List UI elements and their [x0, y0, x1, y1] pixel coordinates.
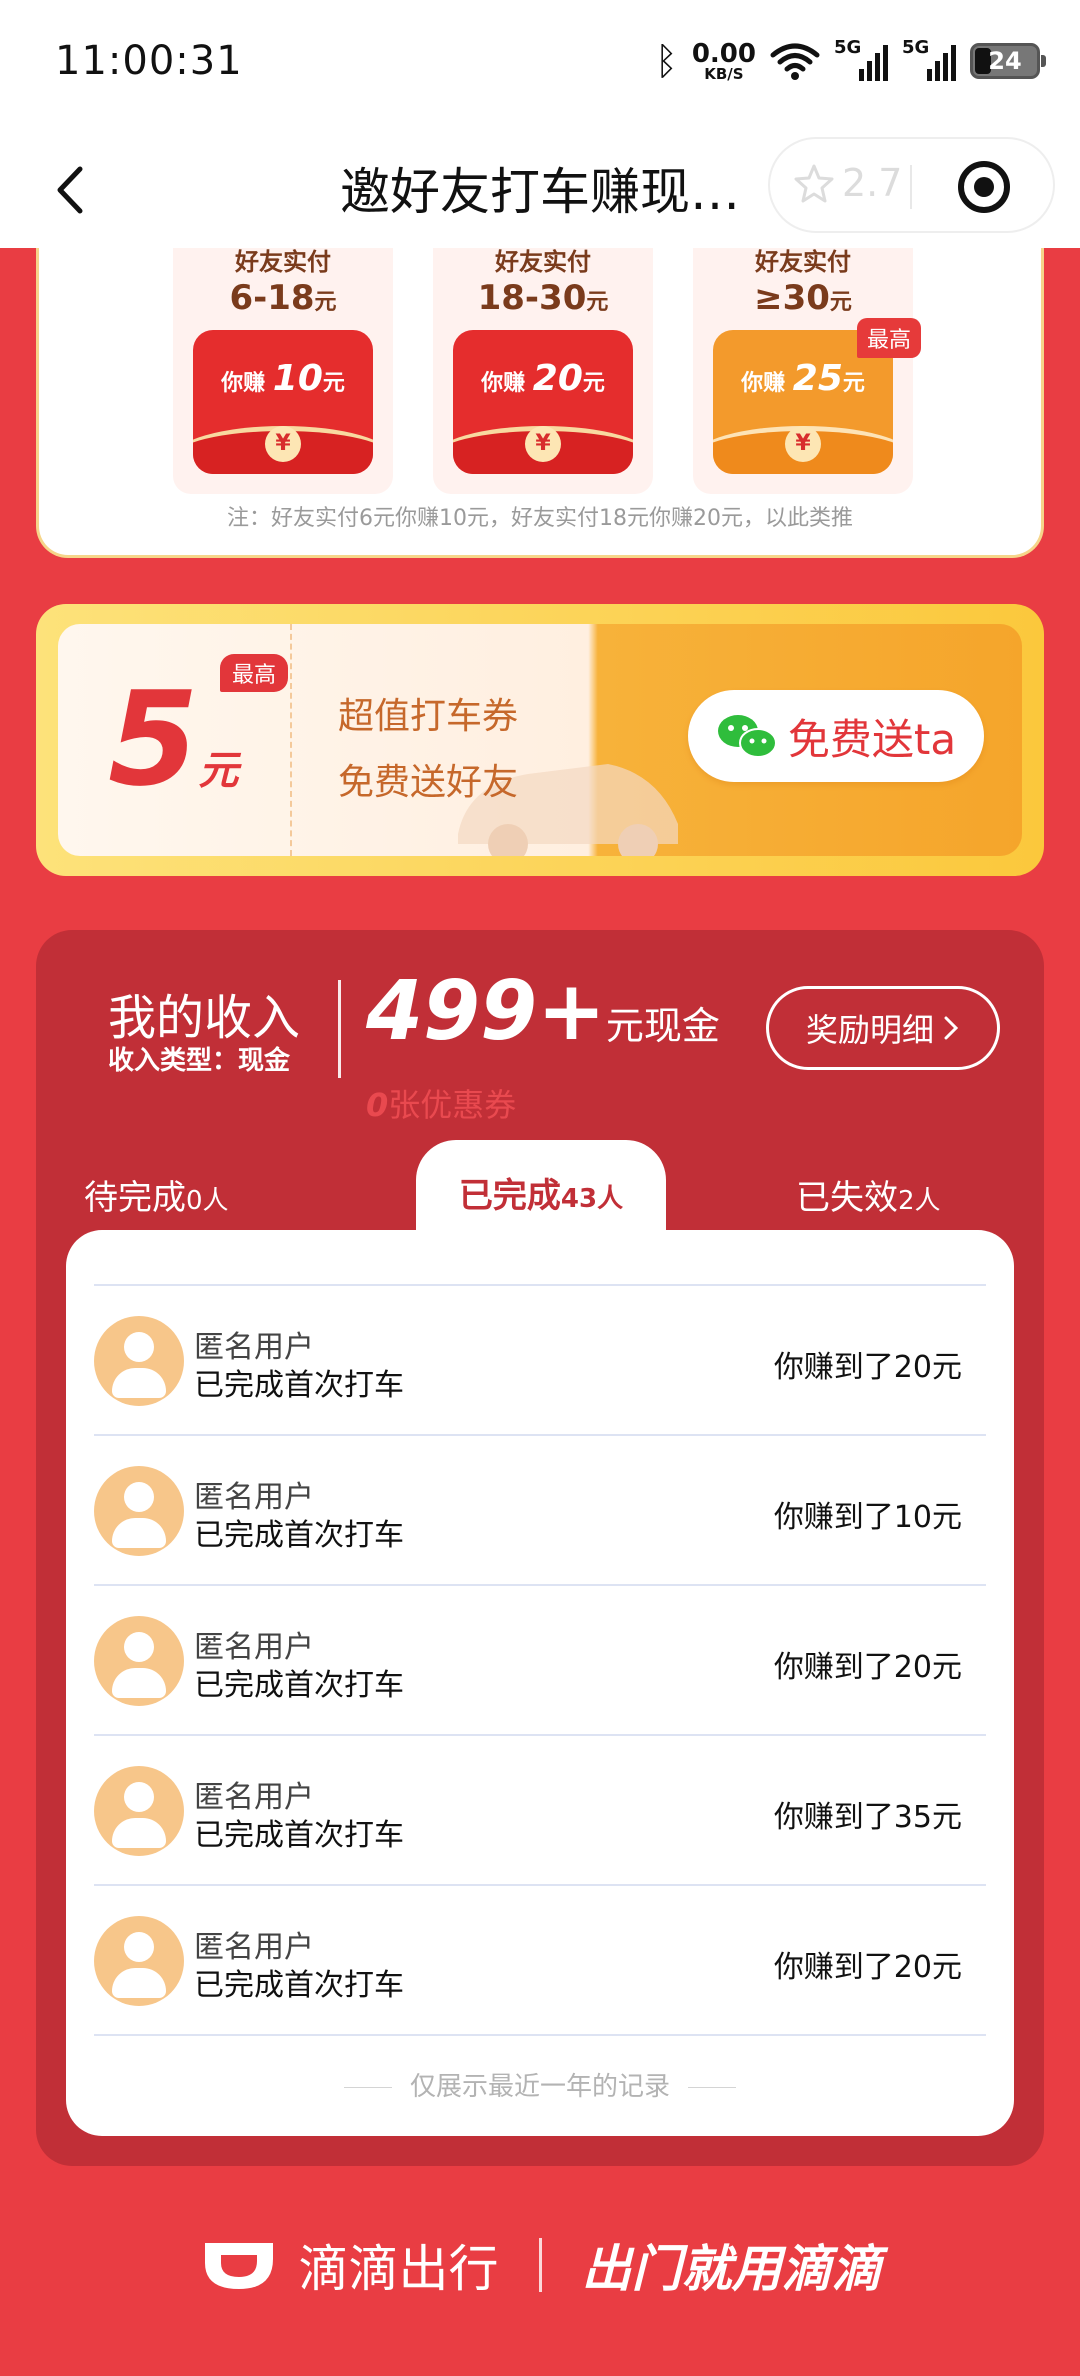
avatar — [94, 1616, 184, 1706]
signal-icon: 5G — [902, 37, 956, 81]
tab-completed[interactable]: 已完成43人 — [416, 1140, 666, 1240]
didi-logo-icon — [204, 2243, 273, 2289]
yuan-coin-icon: ¥ — [785, 426, 821, 462]
reward-detail-button[interactable]: 奖励明细 — [766, 986, 1000, 1070]
max-badge: 最高 — [856, 318, 921, 358]
list-item: 匿名用户 已完成首次打车 你赚到了35元 — [94, 1736, 986, 1886]
avatar — [94, 1916, 184, 2006]
max-badge: 最高 — [220, 654, 289, 692]
avatar — [94, 1466, 184, 1556]
page-title: 邀好友打车赚现… — [340, 163, 740, 221]
status-tabs: 待完成0人 已完成43人 已失效2人 — [36, 1140, 1044, 1240]
share-coupon-button[interactable]: 免费送ta — [688, 690, 984, 782]
tier-card: 好友实付 6-18元 你赚 10元 ¥ — [173, 248, 393, 494]
tier-note: 注：好友实付6元你赚10元，好友实付18元你赚20元，以此类推 — [227, 506, 853, 531]
network-speed: 0.00 KB/S — [691, 38, 756, 83]
wifi-icon — [770, 43, 820, 80]
tab-pending[interactable]: 待完成0人 — [84, 1170, 229, 1219]
income-amount: 499+元现金 — [366, 964, 720, 1059]
list-item: 匿名用户 已完成首次打车 你赚到了10元 — [94, 1436, 986, 1586]
red-envelope: 你赚 20元 ¥ — [453, 330, 633, 474]
battery-icon: 24 — [970, 43, 1046, 79]
star-icon — [794, 164, 834, 203]
signal-icon: 5G — [834, 37, 888, 81]
chevron-right-icon — [944, 1016, 959, 1040]
tier-card: 好友实付 18-30元 你赚 20元 ¥ — [433, 248, 653, 494]
brand-footer: 滴滴出行 出门就用滴滴 — [0, 2220, 1080, 2310]
coupon-text: 超值打车券 免费送好友 — [338, 696, 519, 803]
clock: 11:00:31 — [55, 38, 243, 84]
records-list: 匿名用户 已完成首次打车 你赚到了20元 匿名用户 已完成首次打车 你赚到了10… — [66, 1230, 1014, 2136]
capsule-divider — [910, 165, 912, 209]
reward-tiers-panel: 好友实付 6-18元 你赚 10元 ¥ 好友实付 18-30元 你赚 20元 ¥… — [36, 248, 1044, 558]
list-item: 匿名用户 已完成首次打车 你赚到了20元 — [94, 1286, 986, 1436]
back-button[interactable] — [30, 150, 110, 230]
wechat-icon — [717, 715, 777, 758]
status-bar: 11:00:31 ᛒ 0.00 KB/S 5G 5G 24 — [0, 0, 1080, 130]
miniapp-capsule: 2.7 — [768, 137, 1055, 233]
yuan-coin-icon: ¥ — [525, 426, 561, 462]
list-item: 匿名用户 已完成首次打车 你赚到了20元 — [94, 1586, 986, 1736]
income-type: 收入类型：现金 — [108, 1046, 291, 1076]
rating-value: 2.7 — [842, 161, 903, 205]
yuan-coin-icon: ¥ — [265, 426, 301, 462]
rating-button[interactable]: 2.7 — [794, 161, 902, 205]
income-panel: 我的收入 收入类型：现金 499+元现金 奖励明细 0张优惠券 待完成0人 已完… — [36, 930, 1044, 2166]
avatar — [94, 1316, 184, 1406]
tab-expired[interactable]: 已失效2人 — [796, 1170, 941, 1219]
red-envelope: 你赚 10元 ¥ — [193, 330, 373, 474]
list-footer: 仅展示最近一年的记录 — [66, 2066, 1014, 2103]
list-item: 匿名用户 已完成首次打车 你赚到了20元 — [94, 1886, 986, 2036]
divider — [338, 980, 341, 1078]
chevron-left-icon — [57, 166, 83, 214]
close-miniapp-icon[interactable] — [958, 161, 1010, 213]
tier-card: 好友实付 ≥30元 你赚 25元 ¥ 最高 — [693, 248, 921, 494]
bluetooth-icon: ᛒ — [655, 39, 678, 83]
nav-bar: 邀好友打车赚现… 2.7 — [0, 130, 1080, 248]
status-icons: ᛒ 0.00 KB/S 5G 5G 24 — [655, 36, 1046, 86]
coupon-amount: 5元 — [108, 663, 239, 815]
income-title: 我的收入 — [108, 990, 301, 1046]
avatar — [94, 1766, 184, 1856]
coupon-count: 0张优惠券 — [366, 1086, 517, 1124]
